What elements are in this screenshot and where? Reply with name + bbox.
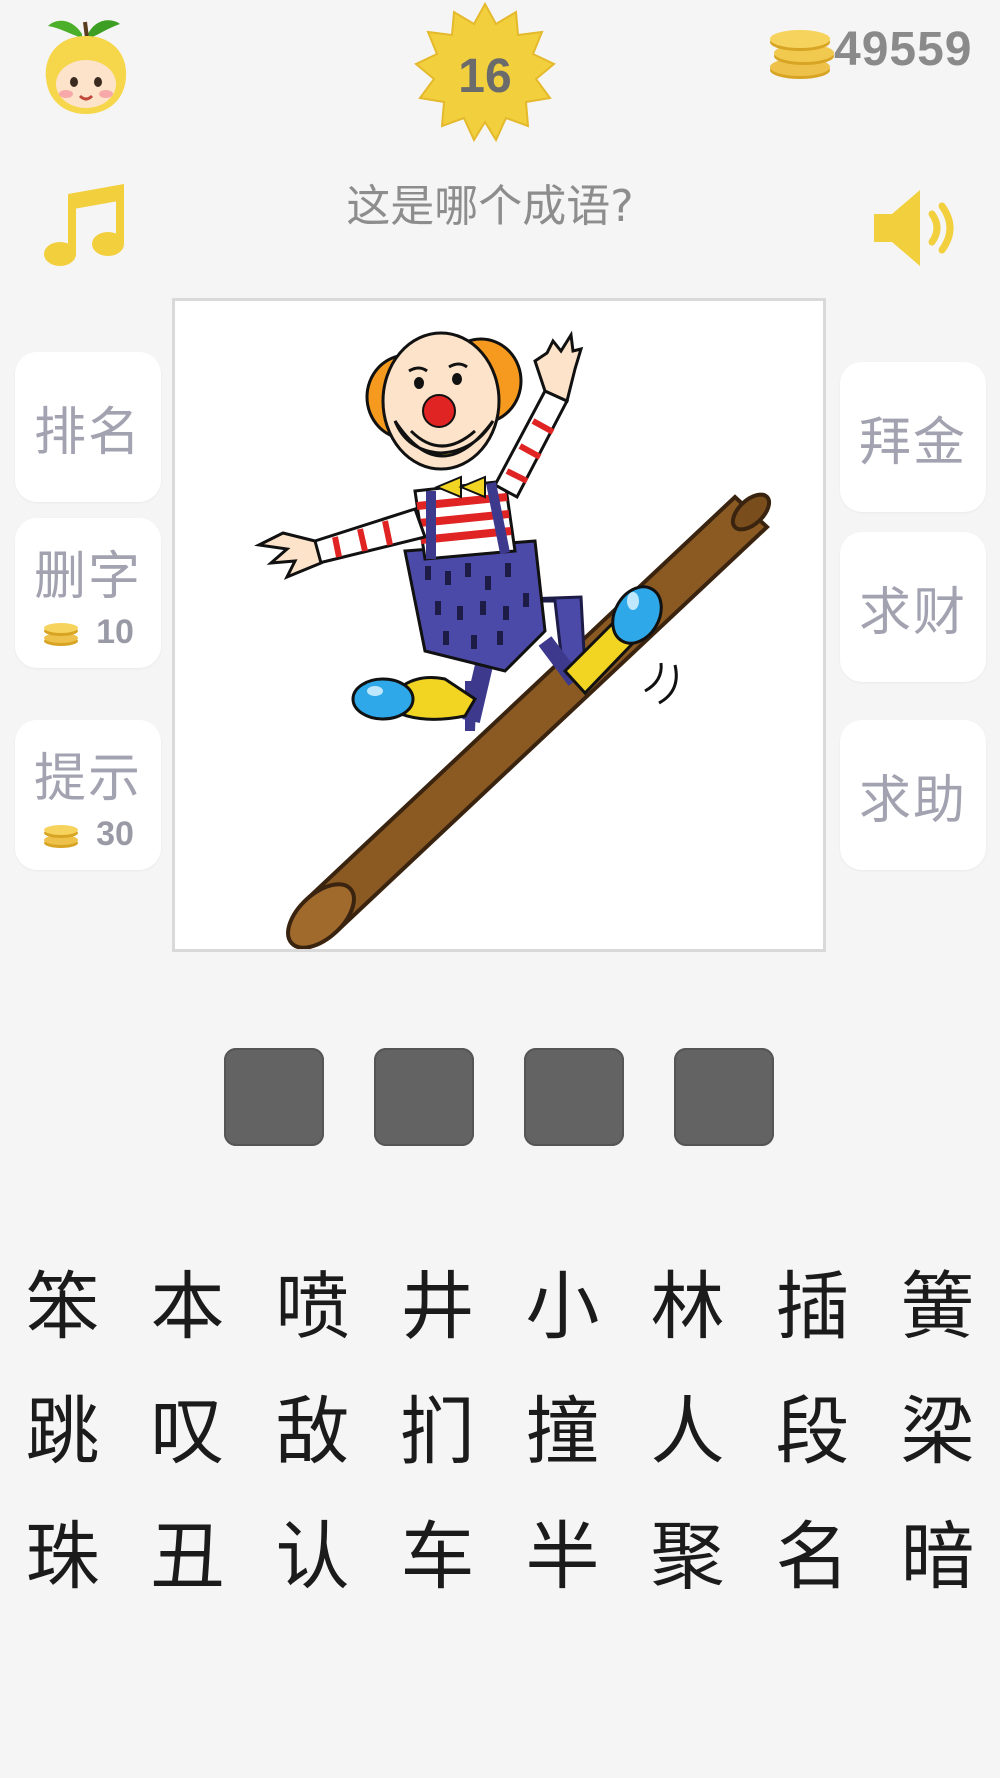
char-button[interactable]: 名: [750, 1495, 875, 1605]
remove-char-cost: 10: [42, 613, 134, 652]
seek-wealth-button[interactable]: 求财: [840, 532, 986, 682]
question-text: 这是哪个成语?: [346, 181, 634, 232]
char-button[interactable]: 小: [500, 1245, 625, 1355]
char-button[interactable]: 插: [750, 1245, 875, 1355]
remove-char-cost-value: 10: [96, 613, 134, 651]
left-shoe: [351, 676, 478, 721]
remove-char-button[interactable]: 删字 10: [15, 518, 161, 668]
hint-cost-value: 30: [96, 815, 134, 853]
rank-button-label: 排名: [33, 402, 142, 463]
coin-icon: [44, 622, 79, 646]
char-button[interactable]: 珠: [0, 1495, 125, 1605]
ask-help-button[interactable]: 求助: [840, 720, 986, 870]
coin-stack-icon: [766, 26, 836, 82]
char-button[interactable]: 敌: [250, 1370, 375, 1480]
hint-button[interactable]: 提示 30: [15, 720, 161, 870]
ask-help-button-label: 求助: [858, 770, 967, 831]
clown-on-log-illustration: [254, 330, 772, 950]
rank-button[interactable]: 排名: [15, 352, 161, 502]
character-grid: 笨 本 喷 井 小 林 插 簧 跳 叹 敌 扪 撞 人 段 梁 珠 丑 认 车 …: [0, 1245, 1000, 1625]
char-button[interactable]: 林: [625, 1245, 750, 1355]
char-button[interactable]: 笨: [0, 1245, 125, 1355]
char-button[interactable]: 本: [125, 1245, 250, 1355]
speaker-icon[interactable]: [870, 180, 970, 276]
char-button[interactable]: 梁: [875, 1370, 1000, 1480]
char-button[interactable]: 井: [375, 1245, 500, 1355]
char-button[interactable]: 喷: [250, 1245, 375, 1355]
answer-slot-1[interactable]: [224, 1048, 324, 1146]
char-button[interactable]: 扪: [375, 1370, 500, 1480]
coin-icon: [44, 824, 79, 848]
char-button[interactable]: 聚: [625, 1495, 750, 1605]
char-button[interactable]: 车: [375, 1495, 500, 1605]
char-button[interactable]: 丑: [125, 1495, 250, 1605]
char-button[interactable]: 暗: [875, 1495, 1000, 1605]
avatar-pear-icon[interactable]: [38, 12, 134, 116]
worship-gold-button-label: 拜金: [858, 412, 967, 473]
char-button[interactable]: 叹: [125, 1370, 250, 1480]
puzzle-image: [172, 298, 826, 952]
level-badge: 16: [412, 1, 558, 148]
hint-button-label: 提示: [33, 749, 142, 809]
level-number: 16: [458, 49, 512, 103]
char-button[interactable]: 段: [750, 1370, 875, 1480]
answer-slot-4[interactable]: [674, 1048, 774, 1146]
char-button[interactable]: 跳: [0, 1370, 125, 1480]
worship-gold-button[interactable]: 拜金: [840, 362, 986, 512]
char-button[interactable]: 簧: [875, 1245, 1000, 1355]
seek-wealth-button-label: 求财: [858, 582, 967, 643]
music-note-icon[interactable]: [40, 180, 130, 272]
char-button[interactable]: 撞: [500, 1370, 625, 1480]
coin-count: 49559: [834, 23, 973, 76]
remove-char-button-label: 删字: [33, 547, 142, 607]
char-button[interactable]: 认: [250, 1495, 375, 1605]
hint-cost: 30: [42, 815, 134, 854]
answer-slot-3[interactable]: [524, 1048, 624, 1146]
clown-head: [365, 331, 523, 471]
answer-slot-2[interactable]: [374, 1048, 474, 1146]
char-button[interactable]: 半: [500, 1495, 625, 1605]
char-button[interactable]: 人: [625, 1370, 750, 1480]
